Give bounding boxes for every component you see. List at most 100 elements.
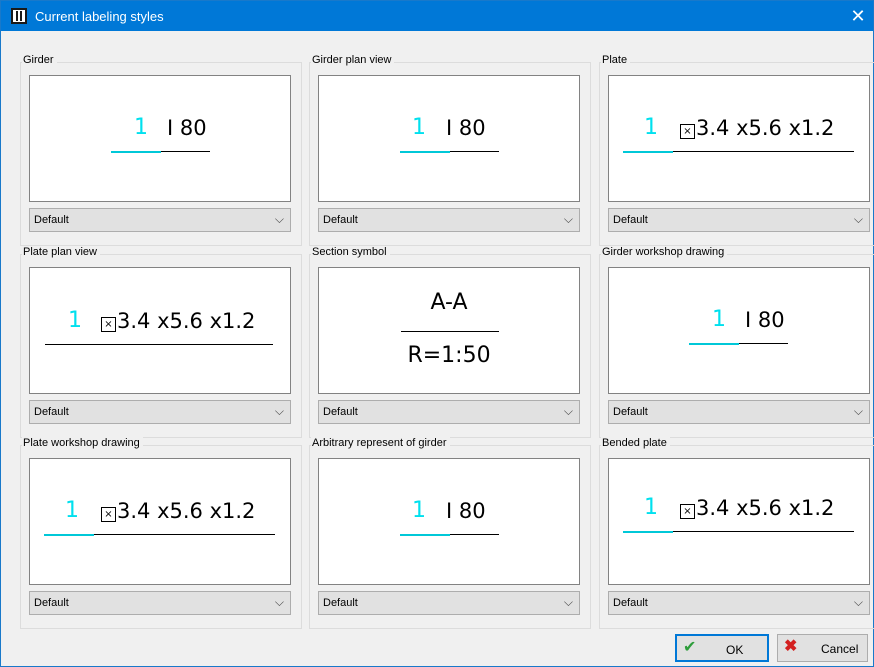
profile-label: × 3.4 x5.6 x1.2 [680, 496, 834, 520]
chevron-down-icon: ⌵ [274, 595, 284, 609]
cancel-button[interactable]: ✖ Cancel [777, 634, 868, 662]
profile-label: × 3.4 x5.6 x1.2 [101, 309, 255, 333]
style-select[interactable]: Default ⌵ [608, 400, 870, 424]
select-value: Default [323, 214, 358, 226]
title-bar[interactable]: Current labeling styles ✕ [1, 1, 873, 31]
group-label: Section symbol [311, 246, 390, 258]
group-label: Arbitrary represent of girder [311, 437, 450, 449]
dialog-window: Current labeling styles ✕ Girder 1 I 80 … [0, 0, 874, 667]
group-plate: Plate 1 × 3.4 x5.6 x1.2 Default ⌵ [599, 54, 874, 246]
group-label: Plate workshop drawing [22, 437, 143, 449]
app-icon [11, 8, 27, 24]
select-value: Default [613, 214, 648, 226]
style-select[interactable]: Default ⌵ [318, 591, 580, 615]
chevron-down-icon: ⌵ [853, 595, 863, 609]
number-underline [400, 534, 450, 536]
style-select[interactable]: Default ⌵ [29, 400, 291, 424]
section-divider [401, 331, 499, 332]
select-value: Default [323, 406, 358, 418]
label-preview: 1 I 80 [318, 458, 580, 585]
select-value: Default [34, 597, 69, 609]
label-number: 1 [712, 307, 726, 332]
style-select[interactable]: Default ⌵ [318, 208, 580, 232]
chevron-down-icon: ⌵ [563, 212, 573, 226]
plate-symbol-icon: × [101, 317, 116, 332]
chevron-down-icon: ⌵ [563, 404, 573, 418]
style-select[interactable]: Default ⌵ [29, 208, 291, 232]
chevron-down-icon: ⌵ [853, 212, 863, 226]
number-underline [689, 343, 739, 345]
plate-symbol-icon: × [680, 124, 695, 139]
group-label: Plate plan view [22, 246, 100, 258]
label-number: 1 [68, 308, 82, 333]
section-name: A-A [430, 290, 468, 315]
profile-label: × 3.4 x5.6 x1.2 [101, 499, 255, 523]
number-underline [111, 151, 161, 153]
profile-text: I 80 [167, 116, 207, 140]
cancel-icon: ✖ [784, 638, 798, 655]
select-value: Default [613, 406, 648, 418]
label-preview: 1 I 80 [318, 75, 580, 202]
number-underline [623, 531, 673, 533]
chevron-down-icon: ⌵ [853, 404, 863, 418]
label-preview: 1 × 3.4 x5.6 x1.2 [29, 458, 291, 585]
style-select[interactable]: Default ⌵ [608, 208, 870, 232]
window-title: Current labeling styles [35, 9, 164, 24]
group-label: Girder plan view [311, 54, 395, 66]
label-number: 1 [65, 498, 79, 523]
close-icon[interactable]: ✕ [843, 1, 873, 31]
group-arbitrary-represent-of-girder: Arbitrary represent of girder 1 I 80 Def… [309, 437, 591, 629]
label-preview: 1 × 3.4 x5.6 x1.2 [608, 75, 870, 202]
label-underline [45, 344, 273, 345]
group-bended-plate: Bended plate 1 × 3.4 x5.6 x1.2 Default ⌵ [599, 437, 874, 629]
section-scale: R=1:50 [407, 343, 491, 368]
chevron-down-icon: ⌵ [274, 404, 284, 418]
select-value: Default [613, 597, 648, 609]
ok-button[interactable]: ✔ OK [675, 634, 769, 662]
style-select[interactable]: Default ⌵ [29, 591, 291, 615]
chevron-down-icon: ⌵ [563, 595, 573, 609]
chevron-down-icon: ⌵ [274, 212, 284, 226]
select-value: Default [34, 406, 69, 418]
cancel-label: Cancel [821, 642, 859, 656]
group-section-symbol: Section symbol A-A R=1:50 Default ⌵ [309, 246, 591, 438]
profile-text: I 80 [446, 499, 486, 523]
profile-text: 3.4 x5.6 x1.2 [117, 309, 256, 333]
label-preview: 1 I 80 [608, 267, 870, 394]
plate-symbol-icon: × [101, 507, 116, 522]
label-number: 1 [644, 115, 658, 140]
group-label: Bended plate [601, 437, 670, 449]
label-number: 1 [644, 495, 658, 520]
profile-text: 3.4 x5.6 x1.2 [696, 496, 835, 520]
group-plate-workshop-drawing: Plate workshop drawing 1 × 3.4 x5.6 x1.2 … [20, 437, 302, 629]
profile-text: 3.4 x5.6 x1.2 [117, 499, 256, 523]
profile-text: I 80 [745, 308, 785, 332]
style-select[interactable]: Default ⌵ [608, 591, 870, 615]
group-label: Girder workshop drawing [601, 246, 728, 258]
group-girder-workshop-drawing: Girder workshop drawing 1 I 80 Default ⌵ [599, 246, 874, 438]
profile-text: I 80 [446, 116, 486, 140]
label-preview: 1 I 80 [29, 75, 291, 202]
group-label: Plate [601, 54, 631, 66]
style-select[interactable]: Default ⌵ [318, 400, 580, 424]
number-underline [623, 151, 673, 153]
select-value: Default [323, 597, 358, 609]
profile-label: × 3.4 x5.6 x1.2 [680, 116, 834, 140]
checkmark-icon: ✔ [683, 639, 697, 656]
label-number: 1 [412, 115, 426, 140]
group-plate-plan-view: Plate plan view 1 × 3.4 x5.6 x1.2 Default… [20, 246, 302, 438]
label-preview: 1 × 3.4 x5.6 x1.2 [29, 267, 291, 394]
plate-symbol-icon: × [680, 504, 695, 519]
number-underline [400, 151, 450, 153]
label-number: 1 [134, 115, 148, 140]
select-value: Default [34, 214, 69, 226]
number-underline [44, 534, 94, 536]
group-girder: Girder 1 I 80 Default ⌵ [20, 54, 302, 246]
group-label: Girder [22, 54, 57, 66]
label-preview: 1 × 3.4 x5.6 x1.2 [608, 458, 870, 585]
profile-text: 3.4 x5.6 x1.2 [696, 116, 835, 140]
label-preview: A-A R=1:50 [318, 267, 580, 394]
group-girder-plan-view: Girder plan view 1 I 80 Default ⌵ [309, 54, 591, 246]
label-number: 1 [412, 498, 426, 523]
ok-label: OK [726, 643, 744, 657]
